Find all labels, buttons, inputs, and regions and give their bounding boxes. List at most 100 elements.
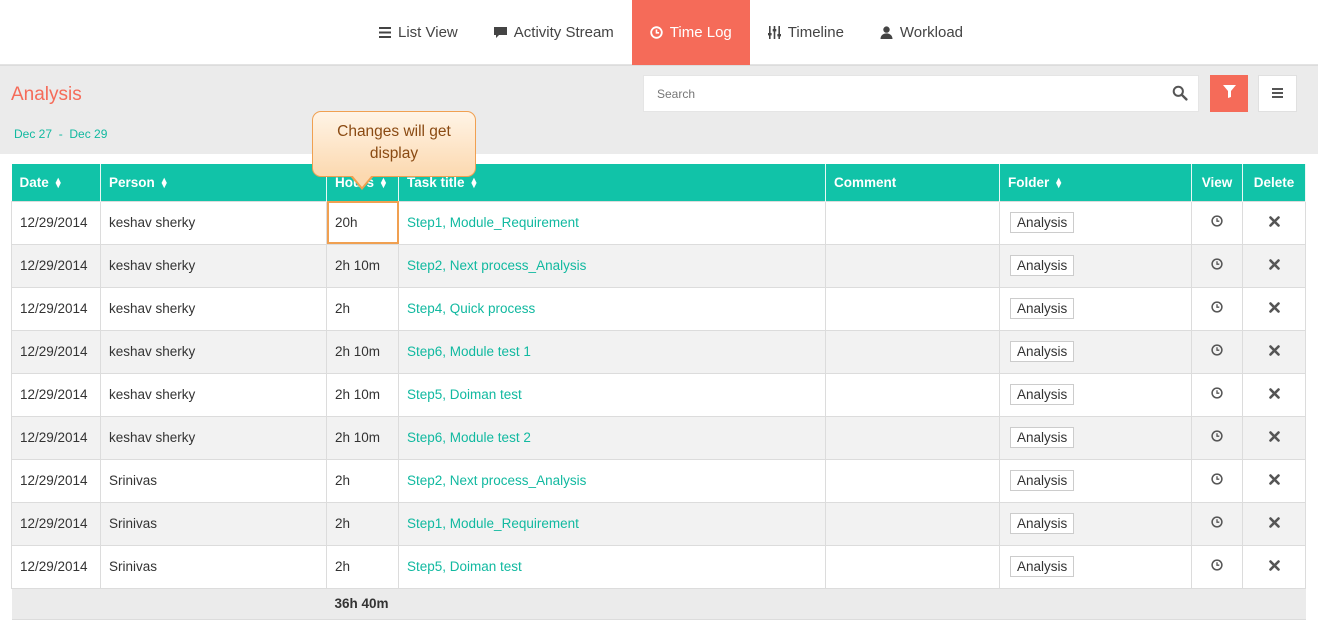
cell-hours[interactable]: 2h [326, 286, 399, 331]
view-tabs: List View Activity Stream Time Log Timel… [360, 0, 981, 65]
top-nav: List View Activity Stream Time Log Timel… [0, 0, 1318, 65]
cell-person: keshav sherky [100, 200, 327, 245]
view-clock-icon[interactable] [1211, 301, 1223, 316]
delete-x-icon[interactable] [1268, 473, 1280, 488]
view-clock-icon[interactable] [1211, 215, 1223, 230]
cell-folder: Analysis [999, 243, 1192, 288]
cell-folder: Analysis [999, 501, 1192, 546]
tab-workload[interactable]: Workload [862, 0, 981, 65]
total-row: 36h 40m [11, 587, 1306, 620]
view-clock-icon[interactable] [1211, 430, 1223, 445]
cell-hours[interactable]: 2h 10m [326, 329, 399, 374]
task-title-link[interactable]: Step1, Module_Requirement [398, 501, 826, 546]
folder-tag[interactable]: Analysis [1010, 513, 1075, 534]
cell-comment [825, 243, 1000, 288]
table-container: Date ▲ ▼ Person ▲ ▼ Hours ▲ ▼ Task title ▲ ▼ Com… [0, 154, 1318, 624]
table-header-row: Date ▲ ▼ Person ▲ ▼ Hours ▲ ▼ Task title ▲ ▼ Com… [11, 164, 1306, 201]
task-title-link[interactable]: Step5, Doiman test [398, 544, 826, 589]
cell-delete [1242, 200, 1306, 245]
delete-x-icon[interactable] [1268, 215, 1280, 230]
search-icon[interactable] [1172, 85, 1188, 101]
cell-hours[interactable]: 2h 10m [326, 415, 399, 460]
page-title: Analysis [11, 84, 82, 105]
cell-date: 12/29/2014 [11, 329, 101, 374]
tab-label: Time Log [669, 24, 732, 41]
delete-x-icon[interactable] [1268, 344, 1280, 359]
cell-hours[interactable]: 2h 10m [326, 372, 399, 417]
column-header-date[interactable]: Date ▲ ▼ [11, 164, 101, 201]
table-row: 12/29/2014 keshav sherky 2h 10m Step6, Modu… [11, 329, 1306, 374]
folder-tag[interactable]: Analysis [1010, 470, 1075, 491]
cell-view [1191, 501, 1243, 546]
view-clock-icon[interactable] [1211, 344, 1223, 359]
view-clock-icon[interactable] [1211, 258, 1223, 273]
time-log-panel: Analysis Dec 27 - Dec 29 Date▲▼ [0, 65, 1318, 624]
tab-list-view[interactable]: List View [360, 0, 476, 65]
cell-delete [1242, 243, 1306, 288]
search-input[interactable] [644, 76, 1154, 111]
task-title-link[interactable]: Step2, Next process_Analysis [398, 458, 826, 503]
delete-x-icon[interactable] [1268, 301, 1280, 316]
task-title-link[interactable]: Step1, Module_Requirement [398, 200, 826, 245]
task-title-link[interactable]: Step4, Quick process [398, 286, 826, 331]
list-icon [378, 27, 392, 38]
sliders-icon [768, 26, 782, 39]
task-title-link[interactable]: Step2, Next process_Analysis [398, 243, 826, 288]
callout-tooltip: Changes will get display [312, 111, 476, 177]
cell-delete [1242, 458, 1306, 503]
cell-folder: Analysis [999, 329, 1192, 374]
delete-x-icon[interactable] [1268, 430, 1280, 445]
folder-tag[interactable]: Analysis [1010, 212, 1075, 233]
cell-hours[interactable]: 2h [326, 458, 399, 503]
delete-x-icon[interactable] [1268, 516, 1280, 531]
menu-button[interactable] [1258, 75, 1297, 112]
tab-timeline[interactable]: Timeline [750, 0, 862, 65]
cell-view [1191, 458, 1243, 503]
cell-view [1191, 544, 1243, 589]
user-icon [880, 26, 894, 39]
tab-time-log[interactable]: Time Log [631, 0, 750, 65]
task-title-link[interactable]: Step5, Doiman test [398, 372, 826, 417]
folder-tag[interactable]: Analysis [1010, 427, 1075, 448]
cell-person: keshav sherky [100, 286, 327, 331]
tab-activity-stream[interactable]: Activity Stream [476, 0, 632, 65]
column-header-folder[interactable]: Folder ▲ ▼ [999, 164, 1192, 201]
table-row: 12/29/2014 Srinivas 2h Step1, Module_Requir… [11, 501, 1306, 546]
cell-comment [825, 501, 1000, 546]
cell-date: 12/29/2014 [11, 286, 101, 331]
folder-tag[interactable]: Analysis [1010, 341, 1075, 362]
date-range: Dec 27 - Dec 29 [14, 127, 107, 141]
delete-x-icon[interactable] [1268, 258, 1280, 273]
cell-delete [1242, 415, 1306, 460]
delete-x-icon[interactable] [1268, 559, 1280, 574]
folder-tag[interactable]: Analysis [1010, 255, 1075, 276]
filter-button[interactable] [1210, 75, 1248, 112]
task-title-link[interactable]: Step6, Module test 1 [398, 329, 826, 374]
cell-view [1191, 286, 1243, 331]
table-row: 12/29/2014 Srinivas 2h Step5, Doiman test An… [11, 544, 1306, 589]
view-clock-icon[interactable] [1211, 559, 1223, 574]
cell-delete [1242, 286, 1306, 331]
folder-tag[interactable]: Analysis [1010, 384, 1075, 405]
delete-x-icon[interactable] [1268, 387, 1280, 402]
date-start: Dec 27 [14, 127, 53, 141]
cell-hours[interactable]: 2h [326, 544, 399, 589]
cell-hours[interactable]: 2h 10m [326, 243, 399, 288]
sort-icon: ▲ ▼ [1054, 175, 1064, 191]
column-header-person[interactable]: Person ▲ ▼ [100, 164, 327, 201]
view-clock-icon[interactable] [1211, 387, 1223, 402]
cell-comment [825, 458, 1000, 503]
view-clock-icon[interactable] [1211, 516, 1223, 531]
cell-hours[interactable]: 20h [326, 200, 399, 245]
column-header-delete: Delete [1242, 164, 1306, 201]
cell-delete [1242, 372, 1306, 417]
task-title-link[interactable]: Step6, Module test 2 [398, 415, 826, 460]
date-end: Dec 29 [69, 127, 108, 141]
cell-date: 12/29/2014 [11, 243, 101, 288]
folder-tag[interactable]: Analysis [1010, 298, 1075, 319]
folder-tag[interactable]: Analysis [1010, 556, 1075, 577]
cell-hours[interactable]: 2h [326, 501, 399, 546]
callout-tail-inner [352, 175, 372, 187]
table-row: 12/29/2014 keshav sherky 2h 10m Step2, Next… [11, 243, 1306, 288]
view-clock-icon[interactable] [1211, 473, 1223, 488]
